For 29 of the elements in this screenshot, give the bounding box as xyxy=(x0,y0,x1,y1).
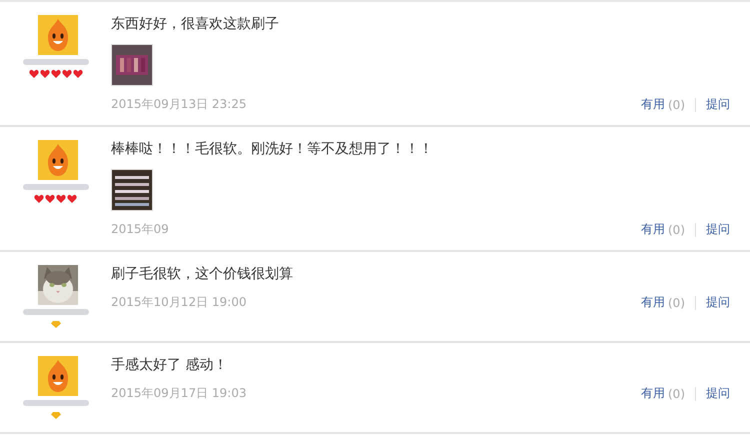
useful-link[interactable]: 有用 xyxy=(641,294,665,311)
review-date: 2015年09月17日 19:03 xyxy=(111,385,246,402)
ask-link[interactable]: 提问 xyxy=(706,294,730,311)
review-text: 刷子毛很软，这个价钱很划算 xyxy=(111,265,294,284)
diamond-icon xyxy=(50,410,60,420)
blurred-username-icon xyxy=(20,398,90,408)
mascot-avatar-icon xyxy=(38,15,78,55)
review-text: 手感太好了 感动！ xyxy=(111,356,228,375)
useful-link[interactable]: 有用 xyxy=(641,96,665,113)
blurred-username-icon xyxy=(20,307,90,317)
ask-link[interactable]: 提问 xyxy=(706,221,730,238)
useful-count: (0) xyxy=(668,296,685,310)
mascot-avatar-icon xyxy=(38,356,78,396)
useful-count: (0) xyxy=(668,98,685,112)
useful-link[interactable]: 有用 xyxy=(641,221,665,238)
review-text: 东西好好，很喜欢这款刷子 xyxy=(111,15,280,34)
useful-link[interactable]: 有用 xyxy=(641,385,665,402)
review-text: 棒棒哒！！！毛很软。刚洗好！等不及想用了！！！ xyxy=(111,140,434,159)
review-date: 2015年09月13日 23:25 xyxy=(111,96,246,113)
review-date: 2015年09 xyxy=(111,221,169,238)
mascot-avatar-icon xyxy=(38,140,78,180)
useful-count: (0) xyxy=(668,386,685,400)
blurred-username-icon xyxy=(20,57,90,67)
diamond-icon xyxy=(50,319,60,329)
blurred-username-icon xyxy=(20,182,90,192)
useful-count: (0) xyxy=(668,222,685,236)
ask-link[interactable]: 提问 xyxy=(706,96,730,113)
review-date: 2015年10月12日 19:00 xyxy=(111,294,246,311)
ask-link[interactable]: 提问 xyxy=(706,385,730,402)
